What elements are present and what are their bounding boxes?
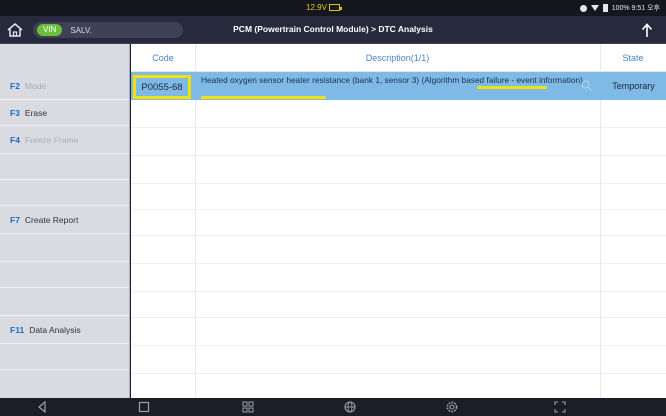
settings-icon[interactable] [446, 401, 458, 413]
recent-apps-icon[interactable] [138, 401, 150, 413]
sidebar-empty-slot [0, 344, 129, 370]
sidebar-empty-slot [0, 288, 129, 316]
sidebar-empty-slot [0, 262, 129, 288]
salv-label: SALV. [70, 25, 92, 35]
search-icon[interactable] [581, 80, 592, 91]
back-icon[interactable] [36, 401, 48, 413]
sidebar-empty-slot [0, 234, 129, 262]
screen: 12.9V 100% 9:51 오후 VIN SALV. PCM (Powert… [0, 0, 666, 416]
status-bar: 12.9V 100% 9:51 오후 [0, 0, 666, 16]
fkey-label: F7 [10, 214, 20, 225]
sidebar-item-label: Mode [24, 80, 47, 91]
fkey-label: F11 [10, 324, 25, 335]
table-row [131, 236, 666, 264]
android-nav-bar [0, 398, 666, 416]
sidebar-item-erase[interactable]: F3 Erase [0, 100, 129, 126]
sidebar-item-freeze-frame[interactable]: F4 Freeze Frame [0, 126, 129, 154]
fkey-label: F2 [10, 80, 20, 91]
sidebar-empty-slot [0, 180, 129, 206]
function-key-sidebar: F2 Mode F3 Erase F4 Freeze Frame F7 Crea… [0, 44, 130, 398]
title-bar: VIN SALV. PCM (Powertrain Control Module… [0, 16, 666, 44]
system-status: 100% 9:51 오후 [579, 3, 660, 13]
table-row [131, 372, 666, 400]
fkey-label: F4 [10, 134, 20, 145]
dtc-table: Code Description(1/1) State P0055-68 Hea… [131, 44, 666, 400]
sidebar-item-data-analysis[interactable]: F11 Data Analysis [0, 316, 129, 344]
column-header-code: Code [152, 53, 174, 63]
table-row [131, 290, 666, 318]
sidebar-item-mode[interactable]: F2 Mode [0, 72, 129, 100]
wifi-icon [590, 5, 599, 11]
table-row [131, 156, 666, 184]
globe-icon[interactable] [344, 401, 356, 413]
sidebar-empty-slot [0, 154, 129, 180]
notification-icon [579, 4, 587, 12]
column-header-description: Description(1/1) [365, 53, 430, 63]
fullscreen-icon[interactable] [554, 401, 566, 413]
dtc-row-selected[interactable]: P0055-68 Heated oxygen sensor heater res… [131, 72, 666, 100]
grid-icon[interactable] [242, 401, 254, 413]
table-row [131, 318, 666, 346]
table-row [131, 100, 666, 128]
vehicle-info-group[interactable]: VIN SALV. [33, 22, 183, 38]
highlight-underline [477, 86, 547, 89]
battery-icon [328, 4, 342, 11]
dtc-code-cell: P0055-68 [133, 75, 191, 99]
sidebar-item-create-report[interactable]: F7 Create Report [0, 206, 129, 234]
voltage-value: 12.9V [306, 3, 327, 12]
sidebar-item-label: Data Analysis [29, 324, 81, 335]
system-info: 100% 9:51 오후 [611, 5, 660, 12]
dtc-state-cell: Temporary [612, 81, 655, 91]
sidebar-item-label: Freeze Frame [24, 134, 79, 145]
table-row [131, 128, 666, 156]
table-row [131, 264, 666, 292]
sidebar-item-label: Erase [24, 107, 48, 118]
highlight-underline [201, 96, 326, 99]
sidebar-item-label: Create Report [24, 214, 79, 225]
table-row [131, 208, 666, 236]
vin-badge[interactable]: VIN [37, 24, 63, 36]
voltage-indicator: 12.9V [306, 3, 342, 12]
device-battery-icon [602, 4, 608, 12]
dtc-description-cell: Heated oxygen sensor heater resistance (… [201, 75, 583, 85]
fkey-label: F3 [10, 107, 20, 118]
column-header-state: State [622, 53, 644, 63]
table-row [131, 182, 666, 210]
page-title: PCM (Powertrain Control Module) > DTC An… [233, 24, 433, 34]
table-row [131, 346, 666, 374]
home-icon[interactable] [6, 22, 24, 38]
export-icon[interactable] [640, 22, 654, 38]
